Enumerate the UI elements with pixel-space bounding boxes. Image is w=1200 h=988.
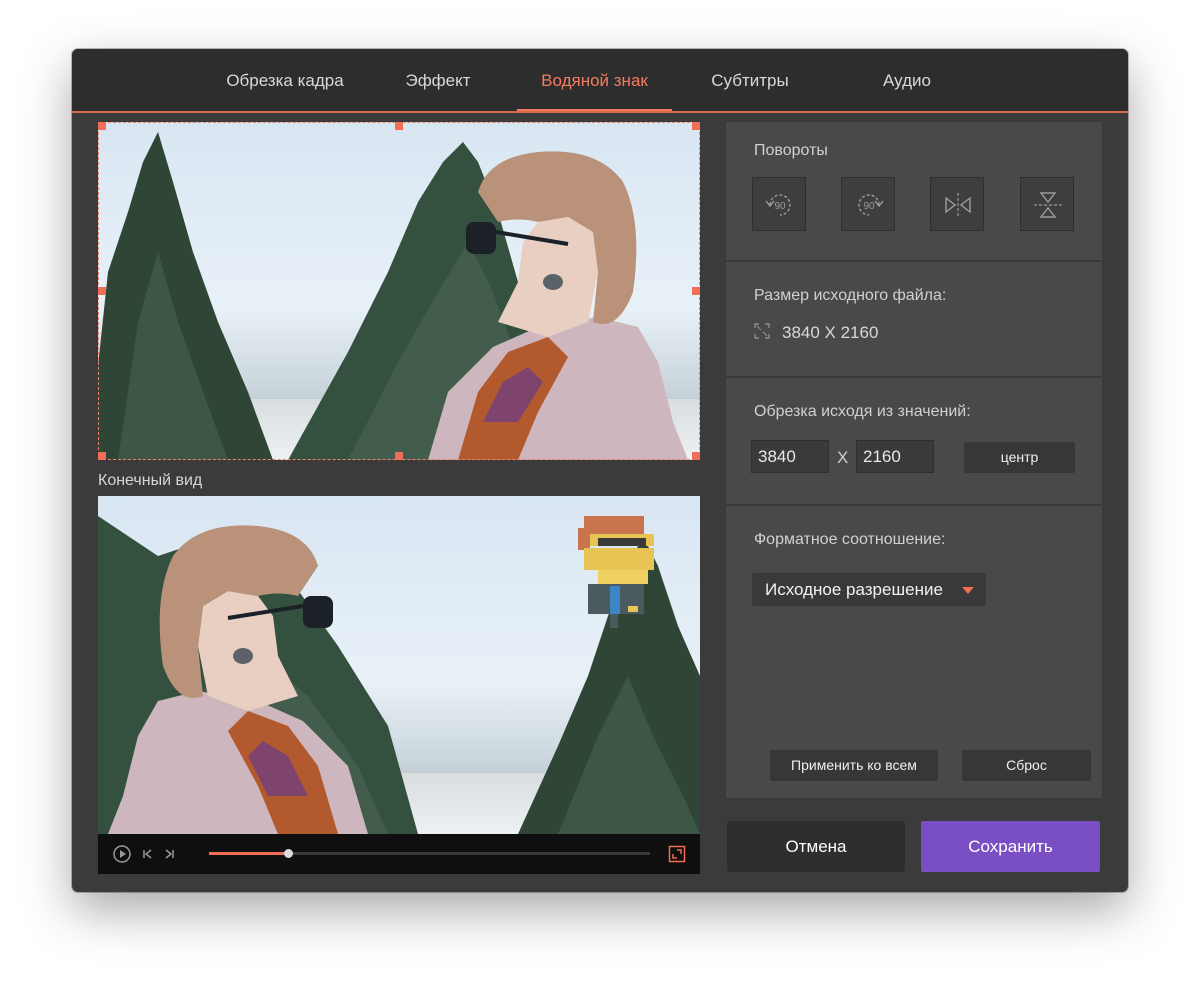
aspect-ratio-selected: Исходное разрешение (765, 580, 943, 599)
cancel-button[interactable]: Отмена (727, 821, 905, 872)
tab-crop[interactable]: Обрезка кадра (200, 49, 370, 111)
flip-horizontal-icon (945, 193, 971, 217)
crop-frame[interactable] (98, 122, 700, 460)
editor-window: Обрезка кадра Эффект Водяной знак Субтит… (72, 49, 1128, 892)
resolution-icon (754, 323, 770, 339)
crop-size-separator: X (837, 448, 849, 467)
reset-button[interactable]: Сброс (962, 750, 1091, 781)
final-photo (98, 516, 700, 834)
next-frame-icon[interactable] (163, 848, 175, 860)
watermark-image (578, 516, 654, 628)
flip-vertical-button[interactable] (1020, 177, 1074, 231)
rotations-title: Повороты (754, 142, 828, 159)
save-button[interactable]: Сохранить (921, 821, 1100, 872)
final-preview (98, 496, 700, 834)
crop-values-title: Обрезка исходя из значений: (754, 403, 971, 420)
rotate-right-button[interactable]: 90 (841, 177, 895, 231)
crop-handle-left[interactable] (98, 287, 106, 295)
flip-vertical-icon (1034, 192, 1062, 218)
progress-fill (209, 852, 289, 855)
tab-bar-divider (72, 111, 1128, 113)
play-icon[interactable] (113, 845, 131, 863)
crop-handle-bottom-left[interactable] (98, 452, 106, 460)
flip-horizontal-button[interactable] (930, 177, 984, 231)
crop-handle-top-right[interactable] (692, 122, 700, 130)
progress-knob[interactable] (284, 849, 294, 858)
aspect-ratio-title: Форматное соотношение: (754, 531, 946, 548)
svg-text:90: 90 (863, 201, 875, 212)
aspect-ratio-dropdown[interactable]: Исходное разрешение (752, 573, 986, 606)
final-view-label: Конечный вид (98, 472, 203, 489)
tab-watermark[interactable]: Водяной знак (517, 49, 672, 112)
panel-divider (726, 376, 1102, 378)
center-button[interactable]: центр (964, 442, 1075, 473)
rotate-left-button[interactable]: 90 (752, 177, 806, 231)
fullscreen-icon[interactable] (668, 845, 686, 863)
source-preview (98, 122, 700, 460)
crop-handle-right[interactable] (692, 287, 700, 295)
previous-frame-icon[interactable] (142, 848, 154, 860)
crop-height-input[interactable]: 2160 (856, 440, 934, 473)
player-controls (98, 834, 700, 874)
tab-audio[interactable]: Аудио (842, 49, 972, 111)
rotate-right-90-icon: 90 (858, 194, 884, 216)
rotate-left-90-icon: 90 (765, 194, 791, 216)
apply-to-all-button[interactable]: Применить ко всем (770, 750, 938, 781)
source-size-value: 3840 X 2160 (782, 323, 879, 342)
panel-divider (726, 504, 1102, 506)
tab-subtitles[interactable]: Субтитры (684, 49, 816, 111)
progress-track[interactable] (209, 849, 650, 858)
crop-width-input[interactable]: 3840 (751, 440, 829, 473)
dropdown-arrow-icon (962, 587, 974, 594)
panel-divider (726, 260, 1102, 262)
source-size-title: Размер исходного файла: (754, 287, 947, 304)
settings-panel: Повороты 90 90 Размер исходного файла: 3… (726, 122, 1102, 798)
svg-text:90: 90 (774, 201, 786, 212)
crop-handle-top[interactable] (395, 122, 403, 130)
tab-bar: Обрезка кадра Эффект Водяной знак Субтит… (72, 49, 1128, 112)
crop-handle-bottom[interactable] (395, 452, 403, 460)
crop-handle-top-left[interactable] (98, 122, 106, 130)
crop-handle-bottom-right[interactable] (692, 452, 700, 460)
tab-effect[interactable]: Эффект (372, 49, 504, 111)
